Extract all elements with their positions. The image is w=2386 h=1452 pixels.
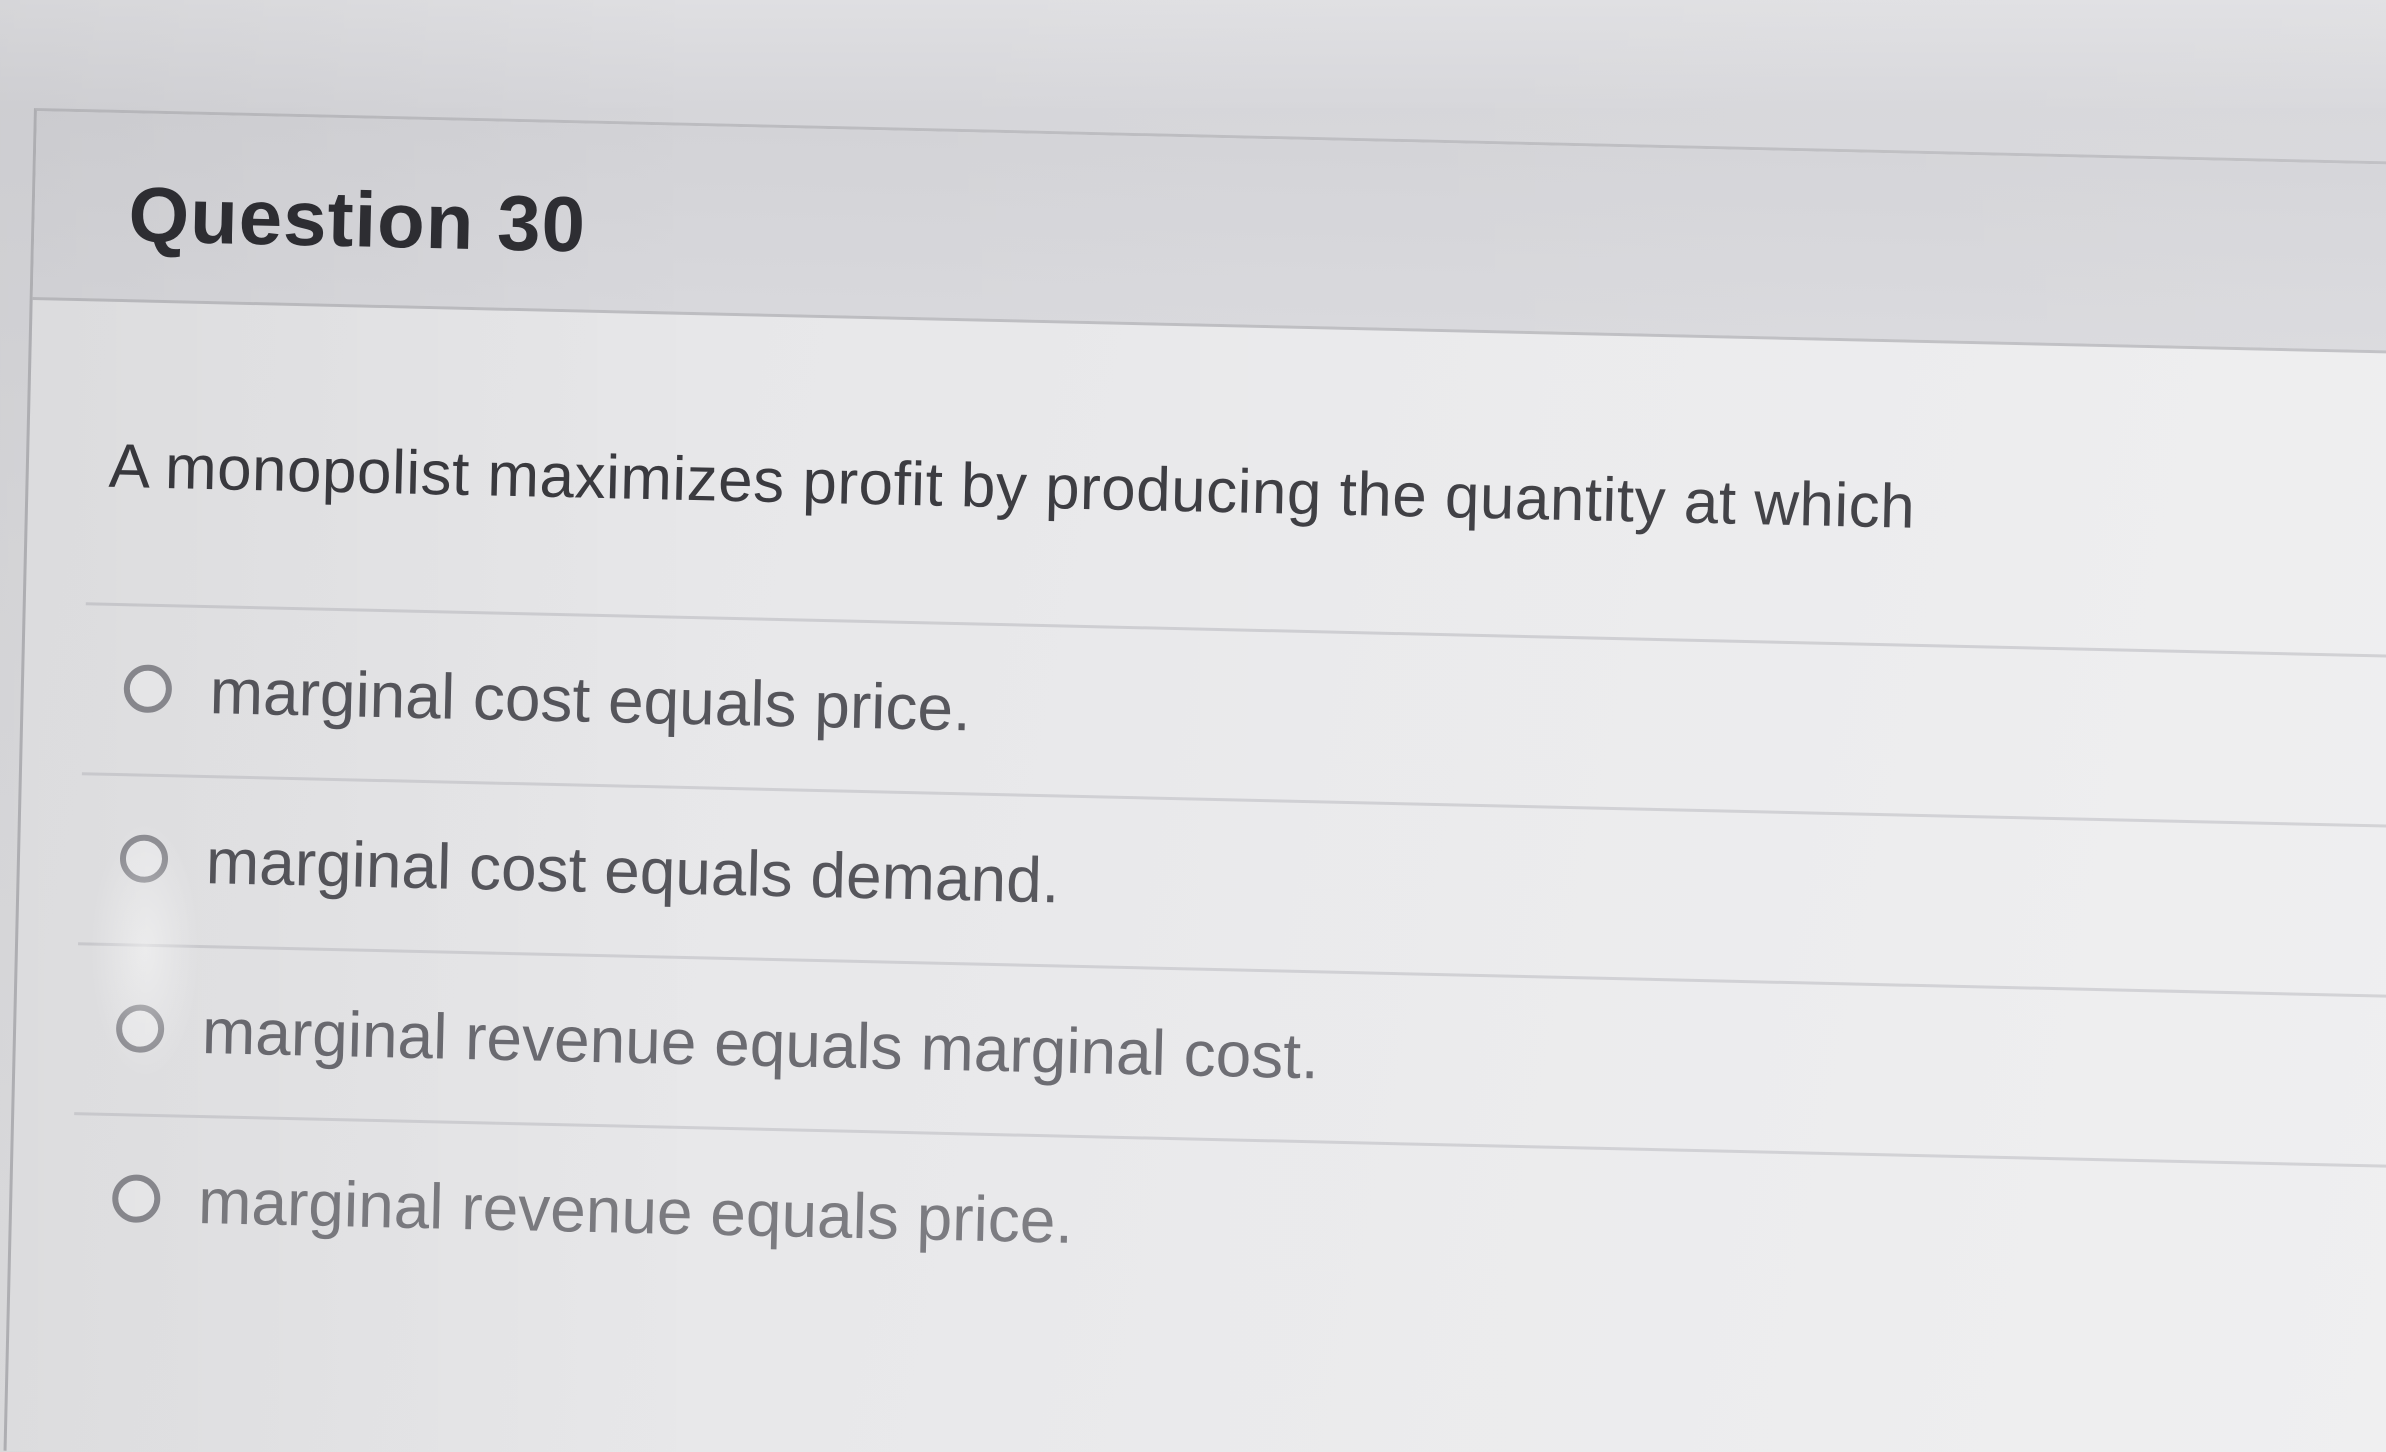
answer-option-label[interactable]: marginal revenue equals marginal cost. [201, 994, 1319, 1093]
radio-button[interactable] [111, 1174, 161, 1224]
answer-option-label[interactable]: marginal cost equals price. [209, 654, 972, 745]
answer-option-label[interactable]: marginal cost equals demand. [205, 824, 1060, 917]
radio-button[interactable] [115, 1004, 165, 1054]
question-title: Question 30 [127, 170, 587, 269]
answer-option-label[interactable]: marginal revenue equals price. [197, 1164, 1074, 1258]
radio-button[interactable] [123, 664, 173, 714]
question-header: Question 30 [32, 111, 2386, 355]
question-prompt: A monopolist maximizes profit by produci… [108, 431, 1916, 542]
answer-options: marginal cost equals price. marginal cos… [70, 602, 2386, 1338]
page-top-area [0, 0, 2386, 108]
screen: Question 30 A monopolist maximizes profi… [0, 0, 2386, 1452]
question-card: Question 30 A monopolist maximizes profi… [3, 108, 2386, 1452]
radio-button[interactable] [119, 834, 169, 884]
